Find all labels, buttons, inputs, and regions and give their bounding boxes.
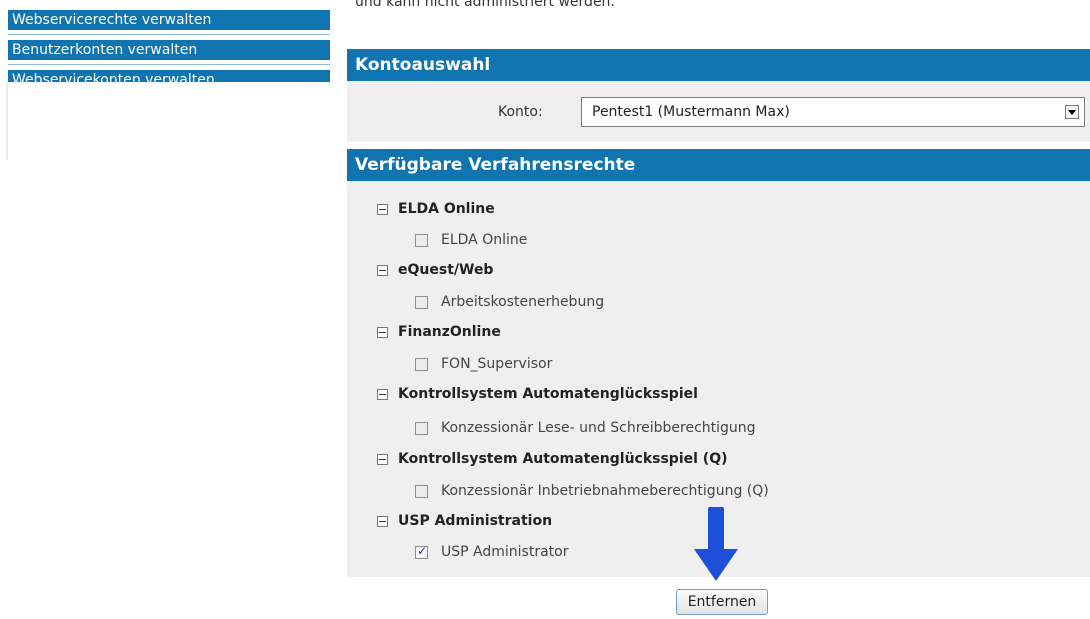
group-label: FinanzOnline (398, 324, 501, 340)
sidebar: Webservicerechte verwalten Benutzerkonte… (0, 0, 338, 160)
account-section-header: Kontoauswahl (347, 49, 1090, 81)
group-row: FinanzOnline (377, 321, 501, 343)
sidebar-item-webservice-rights[interactable]: Webservicerechte verwalten (8, 10, 330, 30)
checkbox[interactable] (415, 421, 428, 435)
right-item[interactable]: USP Administrator (415, 541, 568, 563)
checkbox[interactable] (415, 295, 428, 309)
right-item-label: Konzessionär Lese- und Schreibberechtigu… (441, 420, 756, 436)
rights-section-header: Verfügbare Verfahrensrechte (347, 149, 1090, 181)
group-label: ELDA Online (398, 201, 495, 217)
right-item-label: USP Administrator (441, 544, 569, 560)
right-item[interactable]: Konzessionär Inbetriebnahmeberechtigung … (415, 480, 769, 502)
group-label: USP Administration (398, 513, 553, 529)
right-item[interactable]: ELDA Online (415, 229, 527, 251)
group-row: ELDA Online (377, 198, 495, 220)
right-item-label: Arbeitskostenerhebung (441, 294, 605, 310)
checkbox[interactable] (415, 233, 428, 247)
right-item[interactable]: FON_Supervisor (415, 353, 552, 375)
group-label: Kontrollsystem Automatenglücksspiel (Q) (398, 451, 728, 467)
account-label: Konto: (498, 104, 543, 120)
right-item[interactable]: Konzessionär Lese- und Schreibberechtigu… (415, 417, 756, 439)
sidebar-item-label: Benutzerkonten verwalten (12, 42, 198, 58)
group-label: Kontrollsystem Automatenglücksspiel (398, 386, 698, 402)
main-content: und kann nicht administriert werden. Kon… (347, 0, 1090, 619)
right-item-label: ELDA Online (441, 232, 528, 248)
group-row: USP Administration (377, 510, 552, 532)
checkbox[interactable] (415, 357, 428, 371)
collapse-minus-icon[interactable] (377, 264, 388, 276)
intro-text: und kann nicht administriert werden. (355, 0, 615, 10)
chevron-down-icon[interactable] (1065, 105, 1079, 119)
checkbox-checked[interactable] (415, 544, 428, 559)
right-item-label: Konzessionär Inbetriebnahmeberechtigung … (441, 483, 769, 499)
collapse-minus-icon[interactable] (377, 388, 388, 400)
right-item-label: FON_Supervisor (441, 356, 553, 372)
account-select-value: Pentest1 (Mustermann Max) (592, 104, 790, 120)
sidebar-item-user-accounts[interactable]: Benutzerkonten verwalten (8, 40, 330, 60)
sidebar-edge (6, 82, 8, 160)
sidebar-item-label: Webservicerechte verwalten (12, 12, 212, 28)
arrow-down-icon (694, 507, 738, 581)
group-label: eQuest/Web (398, 262, 494, 278)
collapse-minus-icon[interactable] (377, 515, 388, 527)
checkbox[interactable] (415, 484, 428, 498)
right-item[interactable]: Arbeitskostenerhebung (415, 291, 604, 313)
sidebar-divider (8, 64, 330, 65)
group-row: eQuest/Web (377, 259, 493, 281)
sidebar-item-label: Webservicekonten verwalten (12, 72, 215, 82)
account-select[interactable]: Pentest1 (Mustermann Max) (581, 97, 1085, 127)
group-row: Kontrollsystem Automatenglücksspiel (377, 383, 698, 405)
sidebar-item-webservice-accounts[interactable]: Webservicekonten verwalten (8, 70, 330, 82)
collapse-minus-icon[interactable] (377, 203, 388, 215)
collapse-minus-icon[interactable] (377, 453, 388, 465)
sidebar-divider (8, 34, 330, 35)
remove-button[interactable]: Entfernen (676, 589, 768, 615)
collapse-minus-icon[interactable] (377, 326, 388, 338)
group-row: Kontrollsystem Automatenglücksspiel (Q) (377, 448, 728, 470)
